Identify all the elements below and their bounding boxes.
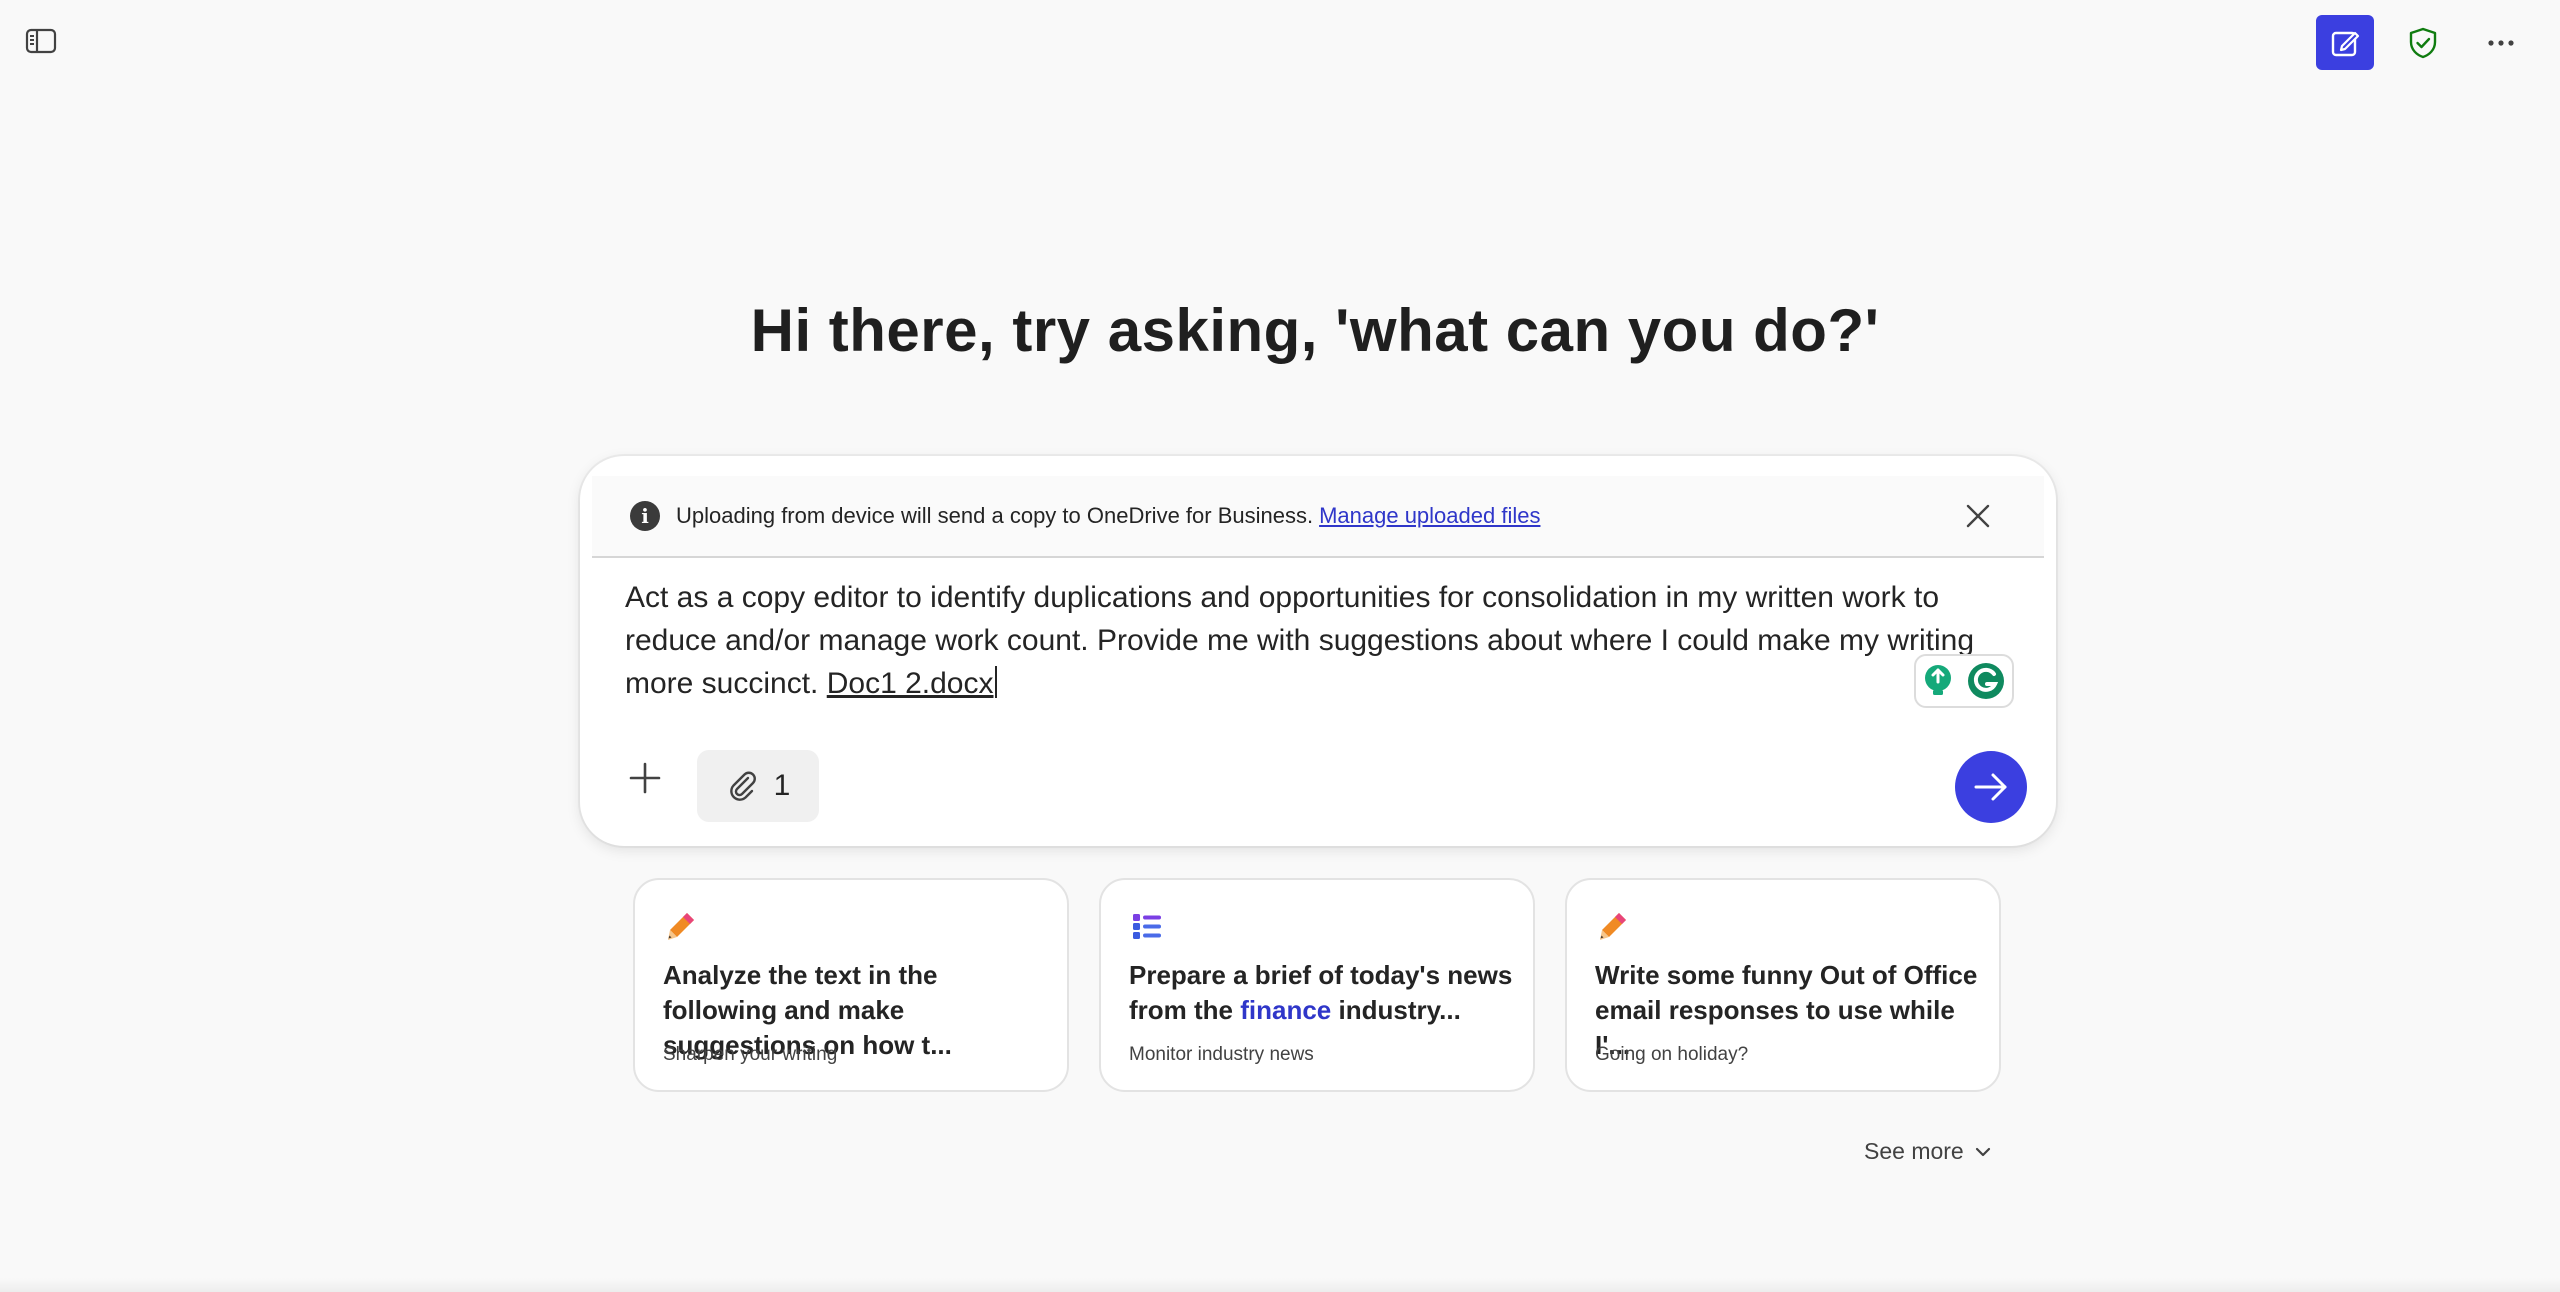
send-button[interactable] <box>1955 751 2027 823</box>
pencil-icon <box>1600 913 1626 940</box>
manage-uploaded-files-link[interactable]: Manage uploaded files <box>1319 503 1540 529</box>
suggestion-title-text: industry... <box>1331 995 1461 1025</box>
add-button[interactable] <box>620 753 670 803</box>
suggestion-subtitle: Going on holiday? <box>1595 1044 1749 1065</box>
attachment-reference[interactable]: Doc1 2.docx <box>827 667 994 700</box>
list-icon <box>1133 914 1161 939</box>
page-title: Hi there, try asking, 'what can you do?' <box>750 297 1880 364</box>
see-more-button[interactable]: See more <box>1864 1138 1992 1165</box>
upload-notice-banner: i Uploading from device will send a copy… <box>592 476 2044 558</box>
shield-check-icon <box>2409 27 2437 59</box>
see-more-label: See more <box>1864 1138 1964 1164</box>
compose-icon <box>2331 31 2360 56</box>
copilot-page: Hi there, try asking, 'what can you do?'… <box>0 0 2560 1292</box>
close-notice-button[interactable] <box>1960 498 1996 534</box>
more-options-button[interactable] <box>2480 22 2522 64</box>
suggestion-title: Prepare a brief of today's news from the… <box>1129 958 1519 1028</box>
sidebar-toggle-button[interactable] <box>22 24 60 58</box>
more-horizontal-icon <box>2488 40 2514 46</box>
upload-notice-text: Uploading from device will send a copy t… <box>676 503 1314 528</box>
grammarly-logo-icon <box>1968 663 2004 699</box>
attachment-count: 1 <box>773 769 791 802</box>
chat-composer: i Uploading from device will send a copy… <box>580 456 2056 846</box>
suggestion-card[interactable]: Prepare a brief of today's news from the… <box>1099 878 1535 1092</box>
arrow-right-icon <box>1974 773 2007 801</box>
grammarly-suggestion-icon <box>1925 665 1951 695</box>
sidebar-toggle-icon <box>25 28 57 54</box>
close-icon <box>1966 504 1990 528</box>
new-chat-button[interactable] <box>2316 15 2374 70</box>
text-caret <box>994 666 997 698</box>
pencil-icon <box>668 913 694 940</box>
suggestion-subtitle: Monitor industry news <box>1129 1044 1314 1065</box>
protection-button[interactable] <box>2402 22 2444 64</box>
grammarly-widget[interactable] <box>1914 654 2014 708</box>
prompt-input[interactable]: Act as a copy editor to identify duplica… <box>625 576 1985 705</box>
suggestion-title-highlight: finance <box>1240 995 1332 1025</box>
info-icon: i <box>630 501 660 531</box>
attachments-button[interactable]: 1 <box>697 750 819 822</box>
suggestion-card[interactable]: Analyze the text in the following and ma… <box>633 878 1069 1092</box>
paperclip-icon <box>729 771 756 801</box>
plus-icon <box>629 762 661 794</box>
suggestion-card[interactable]: Write some funny Out of Office email res… <box>1565 878 2001 1092</box>
suggestion-subtitle: Sharpen your writing <box>663 1044 838 1065</box>
chevron-down-icon <box>1975 1147 1990 1156</box>
bottom-edge <box>0 1278 2560 1292</box>
